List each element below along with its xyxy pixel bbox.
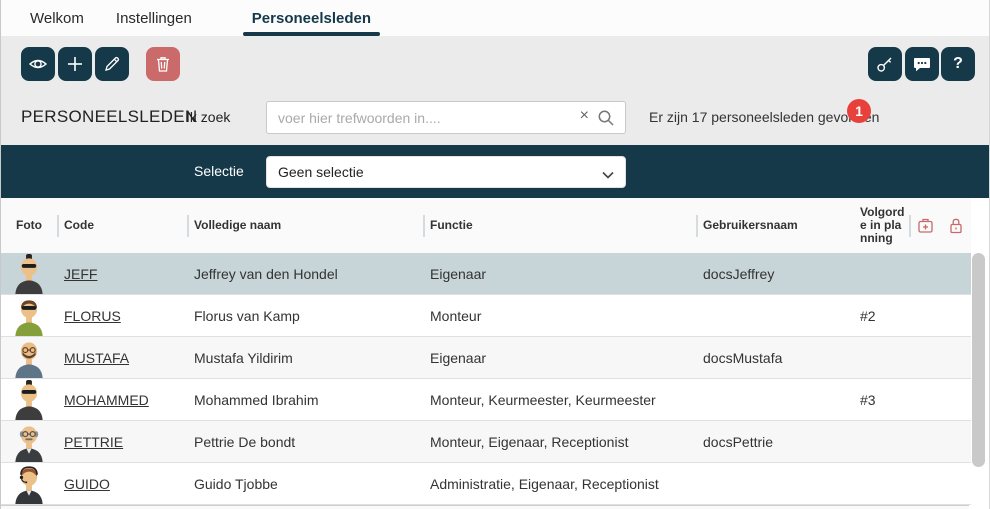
tab-instellingen-label: Instellingen [116, 10, 192, 27]
code-cell: PETTRIE [57, 434, 187, 450]
functie-cell: Monteur, Keurmeester, Keurmeester [423, 392, 696, 408]
table-header: Foto Code Volledige naam Functie Gebruik… [1, 198, 971, 253]
volgorde-cell: #3 [853, 392, 909, 408]
tab-personeelsleden-label: Personeelsleden [252, 10, 371, 27]
foto-cell [1, 295, 57, 336]
chat-bubble-icon [912, 54, 932, 74]
code-link[interactable]: FLORUS [64, 308, 121, 324]
toolbar: ? 1 [1, 36, 989, 90]
table-body: JEFFJeffrey van den HondelEigenaardocsJe… [1, 253, 971, 505]
key-icon [875, 54, 895, 74]
key-button[interactable] [868, 47, 902, 81]
avatar [12, 337, 46, 378]
tab-instellingen[interactable]: Instellingen [107, 0, 201, 36]
foto-cell [1, 337, 57, 378]
plus-icon [66, 55, 84, 73]
header-lock-icon[interactable] [941, 217, 971, 234]
code-link[interactable]: PETTRIE [64, 434, 123, 450]
functie-cell: Eigenaar [423, 266, 696, 282]
full-name-cell: Florus van Kamp [187, 308, 423, 324]
functie-cell: Monteur, Eigenaar, Receptionist [423, 434, 696, 450]
table-row[interactable]: GUIDO Guido TjobbeAdministratie, Eigenaar… [1, 463, 971, 505]
functie-cell: Eigenaar [423, 350, 696, 366]
code-cell: FLORUS [57, 308, 187, 324]
header-functie[interactable]: Functie [423, 219, 696, 232]
foto-cell [1, 379, 57, 420]
table-row[interactable]: MOHAMMED Mohammed IbrahimMonteur, Keurmee… [1, 379, 971, 421]
foto-cell [1, 463, 57, 504]
gebruikersnaam-cell: docsJeffrey [696, 266, 853, 282]
search-label: Ik zoek [186, 109, 230, 125]
avatar [12, 463, 46, 504]
question-mark-icon: ? [953, 55, 963, 73]
avatar [12, 253, 46, 294]
code-link[interactable]: JEFF [64, 266, 97, 282]
full-name-cell: Mustafa Yildirim [187, 350, 423, 366]
foto-cell [1, 253, 57, 294]
search-row: PERSONEELSLEDEN Ik zoek × Er zijn 17 per… [1, 90, 989, 145]
tab-welkom-label: Welkom [30, 10, 84, 27]
tab-personeelsleden[interactable]: Personeelsleden [243, 0, 380, 36]
table-row[interactable]: PETTRIE Pettrie De bondtMonteur, Eigenaar… [1, 421, 971, 463]
table-row[interactable]: MUSTAFA Mustafa YildirimEigenaardocsMusta… [1, 337, 971, 379]
trash-icon [154, 55, 172, 73]
code-link[interactable]: GUIDO [64, 476, 110, 492]
avatar [12, 421, 46, 462]
selection-value: Geen selectie [278, 164, 364, 180]
selection-dropdown[interactable]: Geen selectie [266, 156, 626, 188]
search-input[interactable] [267, 102, 625, 133]
foto-cell [1, 421, 57, 462]
search-icon[interactable] [596, 108, 616, 133]
table-row[interactable]: FLORUS Florus van KampMonteur #2 [1, 295, 971, 337]
code-link[interactable]: MUSTAFA [64, 350, 129, 366]
help-button[interactable]: ? [941, 47, 975, 81]
result-count-text: Er zijn 17 personeelsleden gevonden [649, 109, 879, 125]
add-button[interactable] [58, 47, 92, 81]
code-cell: JEFF [57, 266, 187, 282]
code-cell: MUSTAFA [57, 350, 187, 366]
code-cell: MOHAMMED [57, 392, 187, 408]
search-box: × [266, 101, 626, 134]
chevron-down-icon [601, 167, 615, 185]
page-title: PERSONEELSLEDEN [21, 107, 197, 127]
avatar [12, 295, 46, 336]
selection-label: Selectie [194, 163, 244, 179]
chat-button[interactable] [905, 47, 939, 81]
tab-bar: Welkom Instellingen Personeelsleden [1, 0, 989, 36]
volgorde-cell: #2 [853, 308, 909, 324]
pencil-icon [103, 55, 121, 73]
delete-button[interactable] [146, 47, 180, 81]
code-link[interactable]: MOHAMMED [64, 392, 149, 408]
header-volgorde-in-planning[interactable]: Volgorde in planning [853, 206, 909, 245]
gebruikersnaam-cell: docsPettrie [696, 434, 853, 450]
full-name-cell: Jeffrey van den Hondel [187, 266, 423, 282]
functie-cell: Administratie, Eigenaar, Receptionist [423, 476, 696, 492]
eye-icon [28, 54, 48, 74]
next-row-edge [1, 505, 969, 509]
full-name-cell: Mohammed Ibrahim [187, 392, 423, 408]
gebruikersnaam-cell: docsMustafa [696, 350, 853, 366]
tab-welkom[interactable]: Welkom [21, 0, 93, 36]
header-foto[interactable]: Foto [1, 219, 57, 232]
header-gebruikersnaam[interactable]: Gebruikersnaam [696, 219, 853, 232]
full-name-cell: Pettrie De bondt [187, 434, 423, 450]
header-first-aid-kit-icon[interactable] [909, 217, 941, 234]
full-name-cell: Guido Tjobbe [187, 476, 423, 492]
table-row[interactable]: JEFF Jeffrey van den HondelEigenaardocsJe… [1, 253, 971, 295]
view-button[interactable] [21, 47, 55, 81]
app-window: Welkom Instellingen Personeelsleden [0, 0, 990, 509]
avatar [12, 379, 46, 420]
functie-cell: Monteur [423, 308, 696, 324]
edit-button[interactable] [95, 47, 129, 81]
code-cell: GUIDO [57, 476, 187, 492]
vertical-scrollbar-thumb[interactable] [972, 253, 985, 467]
clear-search-icon[interactable]: × [580, 107, 589, 125]
notification-badge: 1 [847, 99, 871, 123]
selection-band: Selectie Geen selectie [1, 145, 989, 198]
header-code[interactable]: Code [57, 219, 187, 232]
header-volledige-naam[interactable]: Volledige naam [187, 219, 423, 232]
